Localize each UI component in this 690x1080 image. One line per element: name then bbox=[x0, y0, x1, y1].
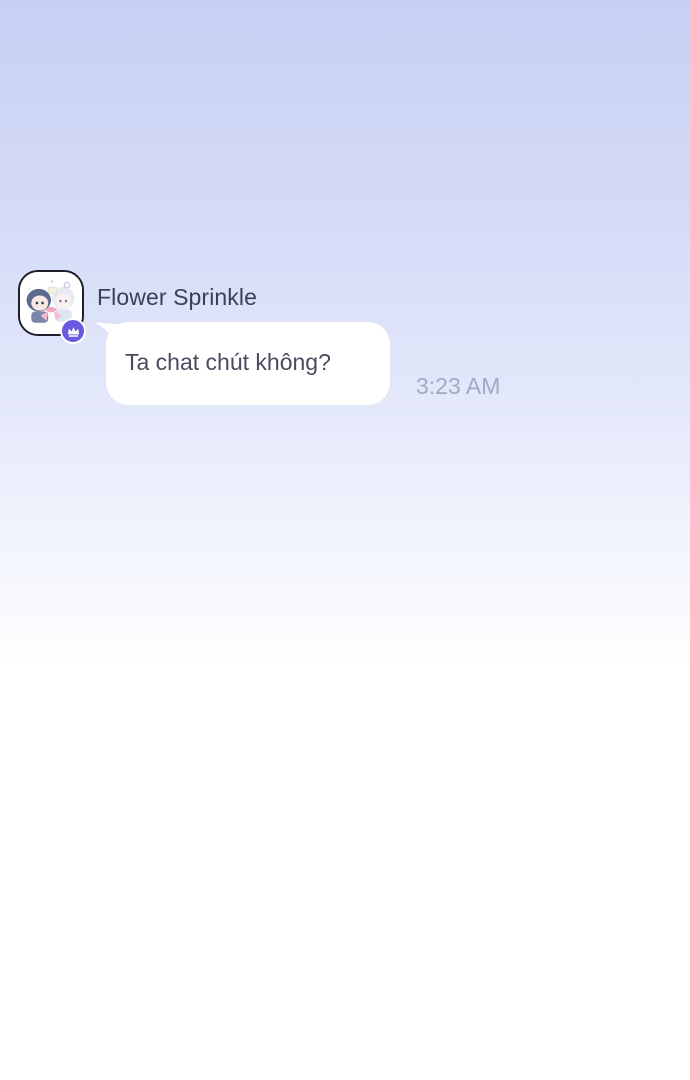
sender-name[interactable]: Flower Sprinkle bbox=[97, 284, 257, 311]
crown-icon bbox=[67, 326, 79, 337]
incoming-message[interactable]: Flower Sprinkle Ta chat chút không? 3:23… bbox=[0, 270, 690, 410]
message-time: 3:23 AM bbox=[416, 373, 501, 399]
chat-screen: Flower Sprinkle Ta chat chút không? 3:23… bbox=[0, 0, 690, 1080]
message-bubble[interactable]: Ta chat chút không? bbox=[106, 322, 390, 405]
crown-badge bbox=[60, 318, 86, 344]
message-text: Ta chat chút không? bbox=[125, 349, 331, 375]
